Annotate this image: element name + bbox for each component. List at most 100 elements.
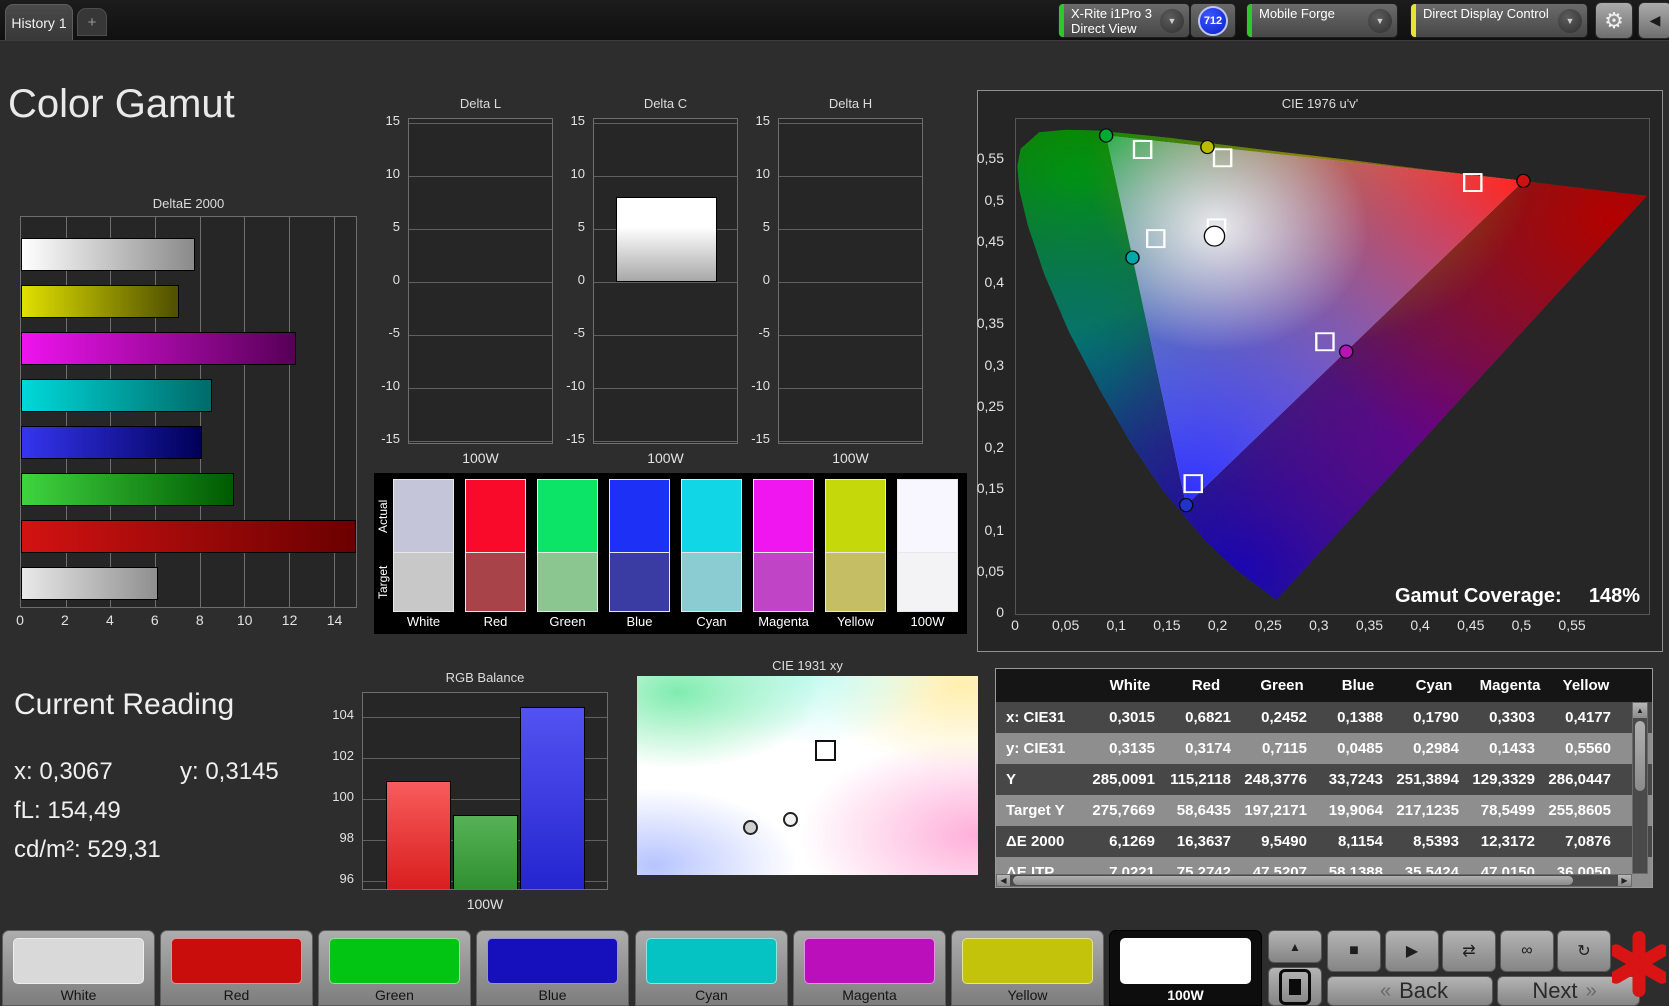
display-control-dropdown[interactable]: Direct Display Control ▼ — [1410, 3, 1588, 38]
column-header: Magenta — [1479, 677, 1541, 694]
axis-tick-label: 8 — [195, 612, 204, 628]
patch-button-cyan[interactable]: Cyan — [635, 930, 788, 1006]
continuous-button[interactable]: ∞ — [1500, 930, 1554, 972]
play-icon: ▶ — [1405, 943, 1419, 960]
gear-icon: ⚙ — [1604, 7, 1624, 33]
axis-tick-label: -5 — [388, 325, 400, 340]
table-horizontal-scrollbar[interactable]: ◀ ▶ — [996, 874, 1632, 887]
patch-button-green[interactable]: Green — [318, 930, 471, 1006]
reading-y: y: 0,3145 — [180, 758, 279, 785]
mini-delta_l: Delta L 100W 15 10 5 0 -5 -10 -15 — [362, 96, 553, 476]
patch-button-white[interactable]: White — [2, 930, 155, 1006]
column-header: Yellow — [1562, 677, 1610, 694]
cell-value: 0,4177 — [1565, 709, 1611, 726]
axis-tick-label: 10 — [755, 166, 770, 181]
swatch-target-yellow — [825, 553, 886, 612]
axis-tick-label: 0,1 — [1106, 617, 1126, 633]
actual-row-label: Actual — [376, 499, 390, 533]
workflow-dropdown[interactable]: Mobile Forge ▼ — [1246, 3, 1398, 38]
rgb-bar-green — [453, 815, 518, 889]
axis-tick-label: 0,45 — [1457, 617, 1485, 633]
table-row: x: CIE31 0,3015 0,6821 0,2452 0,1388 0,1790 0,… — [996, 702, 1652, 733]
cell-value: 7,0876 — [1565, 833, 1611, 850]
cell-value: 0,3174 — [1185, 740, 1231, 757]
rgb-bar-blue — [520, 706, 585, 889]
loop-icon: ↻ — [1577, 943, 1591, 960]
cie1976-xticks: 0 0,05 0,1 0,15 0,2 0,25 0,3 0,35 0,4 0,45 0,5 0,55 — [1011, 617, 1655, 637]
chart-title: Delta H — [828, 96, 873, 111]
table-row: Target Y 275,7669 58,6435 197,2171 19,9064 21… — [996, 795, 1652, 826]
meter-dropdown[interactable]: X-Rite i1Pro 3 Direct View ▼ — [1058, 3, 1190, 38]
scroll-right-button[interactable]: ▶ — [1618, 875, 1631, 886]
axis-tick-label: 0,2 — [1207, 617, 1228, 633]
row-label: Y — [1006, 771, 1017, 788]
deltae-bar-yellow — [21, 285, 180, 318]
gridline — [779, 335, 922, 336]
add-tab-button[interactable]: + — [77, 8, 107, 36]
gamut-coverage-value: 148% — [1588, 585, 1640, 607]
settings-button[interactable]: ⚙ — [1595, 2, 1633, 39]
axis-tick-label: 5 — [392, 219, 400, 234]
swatch-target-cyan — [681, 553, 742, 612]
axis-tick-label: -5 — [573, 325, 585, 340]
axis-tick-label: 14 — [326, 612, 343, 628]
axis-tick-label: 104 — [332, 707, 354, 722]
deltae-chart-title: DeltaE 2000 — [152, 196, 225, 211]
swatch-target-white — [393, 553, 454, 612]
cell-value: 0,2984 — [1413, 740, 1459, 757]
collapse-panel-button[interactable]: ◀ — [1638, 2, 1669, 39]
axis-tick-label: 0,25 — [1254, 617, 1282, 633]
scroll-up-button[interactable]: ▲ — [1633, 703, 1647, 718]
cell-value: 8,1154 — [1337, 833, 1383, 850]
swatch-target-100w — [897, 553, 958, 612]
axis-tick-label: -15 — [751, 431, 770, 446]
swatch-actual-cyan — [681, 479, 742, 553]
scrollbar-thumb[interactable] — [1635, 721, 1645, 791]
swatch-actual-magenta — [753, 479, 814, 553]
axis-tick-label: 0 — [392, 272, 400, 287]
patch-label: Magenta — [842, 987, 897, 1003]
cell-value: 286,0447 — [1548, 771, 1611, 788]
stop-button[interactable]: ■ — [1327, 930, 1381, 972]
column-header: White — [1109, 677, 1151, 694]
pattern-up-button[interactable]: ▲ — [1268, 930, 1322, 963]
scroll-left-button[interactable]: ◀ — [997, 875, 1010, 886]
measured-point-circle — [742, 820, 758, 836]
swatch-actual-green — [537, 479, 598, 553]
meter-status-stripe — [1059, 4, 1064, 37]
patch-button-blue[interactable]: Blue — [476, 930, 629, 1006]
measured-marker-yellow — [1200, 139, 1215, 155]
patch-button-yellow[interactable]: Yellow — [951, 930, 1104, 1006]
axis-tick-label: 0,35 — [976, 315, 1004, 332]
cie1976-yticks: 0,55 0,5 0,45 0,4 0,35 0,3 0,25 0,2 0,15 0,1 0,05 0 — [956, 118, 1008, 620]
rgb-balance-yticks: 104 102 100 98 96 — [318, 692, 358, 890]
patch-label: Blue — [538, 987, 567, 1003]
cell-value: 12,3172 — [1480, 833, 1535, 850]
swatch-target-blue — [609, 553, 670, 612]
frame-step-button[interactable]: ⇄ — [1442, 930, 1496, 972]
continuous-icon: ∞ — [1521, 942, 1533, 959]
axis-tick-label: 0,35 — [1355, 617, 1384, 633]
axis-tick-label: 0,15 — [976, 480, 1004, 497]
reading-fl: fL: 154,49 — [14, 797, 121, 824]
meter-count-button[interactable]: 712 — [1190, 3, 1236, 38]
measured-marker-magenta — [1338, 344, 1354, 359]
patch-swatch — [646, 938, 777, 984]
loop-button[interactable]: ↻ — [1557, 930, 1611, 972]
play-button[interactable]: ▶ — [1385, 930, 1439, 972]
axis-tick-label: 4 — [105, 612, 114, 628]
back-button[interactable]: « Back — [1327, 976, 1493, 1006]
up-arrow-icon: ▲ — [1289, 939, 1301, 954]
patch-button-100w[interactable]: 100W — [1109, 930, 1262, 1006]
scrollbar-thumb[interactable] — [1013, 876, 1573, 885]
frame-step-icon: ⇄ — [1462, 943, 1476, 960]
table-vertical-scrollbar[interactable]: ▲ — [1632, 702, 1648, 874]
gamut-coverage: Gamut Coverage: 148% — [1230, 585, 1640, 608]
patch-button-red[interactable]: Red — [160, 930, 313, 1006]
pattern-window-button[interactable] — [1268, 967, 1322, 1006]
deltae-bar-magenta — [21, 332, 297, 365]
tab-history-1[interactable]: History 1 — [5, 4, 73, 40]
measured-marker-red — [1516, 173, 1531, 188]
gridline — [779, 441, 922, 442]
patch-button-magenta[interactable]: Magenta — [793, 930, 946, 1006]
